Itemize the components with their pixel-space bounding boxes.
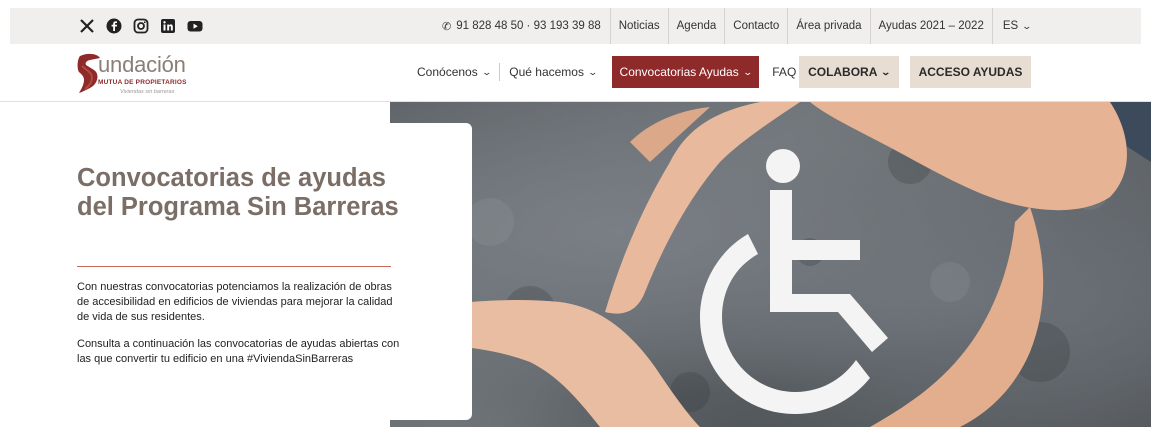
youtube-icon[interactable] xyxy=(186,18,203,35)
top-bar: ✆ 91 828 48 50 · 93 193 39 88 Noticias Ag… xyxy=(10,8,1141,44)
top-link-agenda[interactable]: Agenda xyxy=(667,8,725,44)
hero-paragraph-2: Consulta a continuación las convocatoria… xyxy=(77,338,400,365)
x-icon[interactable] xyxy=(78,18,95,35)
menu-label: Qué hacemos xyxy=(509,65,584,79)
hero-card: Convocatorias de ayudas del Programa Sin… xyxy=(10,123,472,420)
top-link-contacto[interactable]: Contacto xyxy=(724,8,787,44)
hero-paragraph-1: Con nuestras convocatorias potenciamos l… xyxy=(77,281,393,323)
top-nav: ✆ 91 828 48 50 · 93 193 39 88 Noticias Ag… xyxy=(438,8,1039,44)
phone-icon: ✆ xyxy=(442,20,452,33)
social-links xyxy=(78,8,203,44)
top-link-noticias[interactable]: Noticias xyxy=(609,8,668,44)
phone-numbers[interactable]: ✆ 91 828 48 50 · 93 193 39 88 xyxy=(438,8,610,44)
hero-title: Convocatorias de ayudas del Programa Sin… xyxy=(77,164,399,221)
menu-label: Convocatorias Ayudas xyxy=(619,65,739,79)
phone-text: 91 828 48 50 · 93 193 39 88 xyxy=(456,20,601,32)
language-label: ES xyxy=(1002,20,1019,32)
logo[interactable]: undación MUTUA DE PROPIETARIOS Viviendas… xyxy=(76,52,206,96)
colabora-button[interactable]: COLABORA ⌄ xyxy=(799,56,899,88)
hero-image xyxy=(390,102,1151,427)
chevron-down-icon: ⌄ xyxy=(1021,20,1033,31)
language-selector[interactable]: ES ⌄ xyxy=(991,8,1039,44)
acceso-ayudas-button[interactable]: ACCESO AYUDAS xyxy=(910,56,1031,88)
menu-item-que-hacemos[interactable]: Qué hacemos ⌄ xyxy=(500,56,605,88)
logo-tagline: Viviendas sin barreras xyxy=(120,89,175,95)
colabora-label: COLABORA xyxy=(808,65,878,79)
top-link-area-privada[interactable]: Área privada xyxy=(787,8,869,44)
linkedin-icon[interactable] xyxy=(159,18,176,35)
logo-subtitle: MUTUA DE PROPIETARIOS xyxy=(98,79,187,86)
chevron-down-icon: ⌄ xyxy=(880,66,892,77)
menu-label: Conócenos xyxy=(417,65,478,79)
chevron-down-icon: ⌄ xyxy=(481,66,492,77)
menu-item-conocenos[interactable]: Conócenos ⌄ xyxy=(408,56,499,88)
instagram-icon[interactable] xyxy=(132,18,149,35)
logo-title: undación xyxy=(98,52,186,77)
top-link-ayudas[interactable]: Ayudas 2021 – 2022 xyxy=(869,8,992,44)
facebook-icon[interactable] xyxy=(105,18,122,35)
hands-wheelchair-illustration xyxy=(390,102,1151,427)
main-menu: Conócenos ⌄ Qué hacemos ⌄ Convocatorias Ay… xyxy=(408,56,818,88)
chevron-down-icon: ⌄ xyxy=(587,66,599,77)
title-divider xyxy=(77,266,391,267)
main-header: undación MUTUA DE PROPIETARIOS Viviendas… xyxy=(0,44,1151,102)
menu-label: FAQ xyxy=(772,65,797,79)
menu-item-convocatorias-ayudas[interactable]: Convocatorias Ayudas ⌄ xyxy=(611,56,760,88)
chevron-down-icon: ⌄ xyxy=(742,66,753,77)
